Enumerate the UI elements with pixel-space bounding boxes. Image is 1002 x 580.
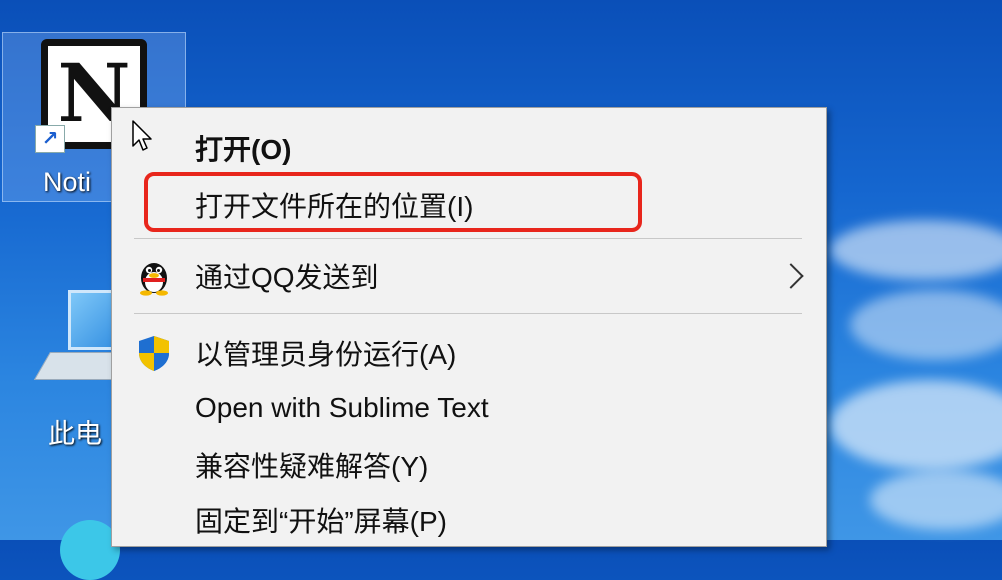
menu-separator <box>134 238 802 239</box>
wallpaper-cloud <box>830 220 1002 280</box>
mouse-cursor-icon <box>132 120 152 151</box>
highlight-outline <box>144 172 642 232</box>
menu-separator <box>134 313 802 314</box>
qq-penguin-icon <box>140 263 168 296</box>
wallpaper-cloud <box>870 470 1002 530</box>
submenu-chevron-icon <box>778 263 804 289</box>
menu-item-open-with-sublime[interactable]: Open with Sublime Text <box>112 380 826 436</box>
desktop-icon-this-pc[interactable]: 此电 <box>33 290 129 450</box>
uac-shield-icon <box>139 336 169 371</box>
menu-item-troubleshoot-compatibility[interactable]: 兼容性疑难解答(Y) <box>112 437 826 493</box>
wallpaper-cloud <box>850 290 1002 360</box>
menu-item-run-as-admin[interactable]: 以管理员身份运行(A) <box>112 325 826 381</box>
desktop-icon-label: Noti <box>43 167 92 197</box>
wallpaper-cloud <box>830 380 1002 470</box>
desktop-icon-label: 此电 <box>48 419 102 449</box>
menu-item-open[interactable]: 打开(O) <box>112 120 826 176</box>
shortcut-arrow-icon: ↗ <box>35 125 65 153</box>
menu-item-send-via-qq[interactable]: 通过QQ发送到 <box>112 248 826 304</box>
